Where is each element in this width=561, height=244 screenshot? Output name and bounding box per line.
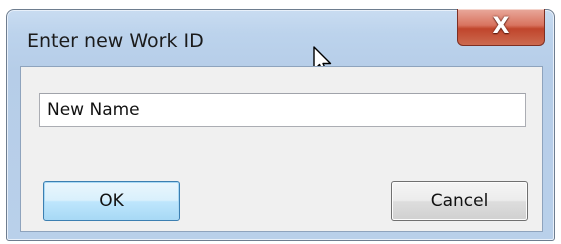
ok-button[interactable]: OK (43, 181, 180, 221)
close-icon: X (492, 14, 510, 39)
dialog-title: Enter new Work ID (27, 30, 204, 52)
dialog-body: OK Cancel (20, 66, 543, 232)
work-id-input[interactable] (39, 93, 526, 127)
dialog-window: Enter new Work ID X OK Cancel (6, 9, 555, 241)
close-button[interactable]: X (457, 9, 545, 46)
cancel-button[interactable]: Cancel (391, 181, 528, 221)
